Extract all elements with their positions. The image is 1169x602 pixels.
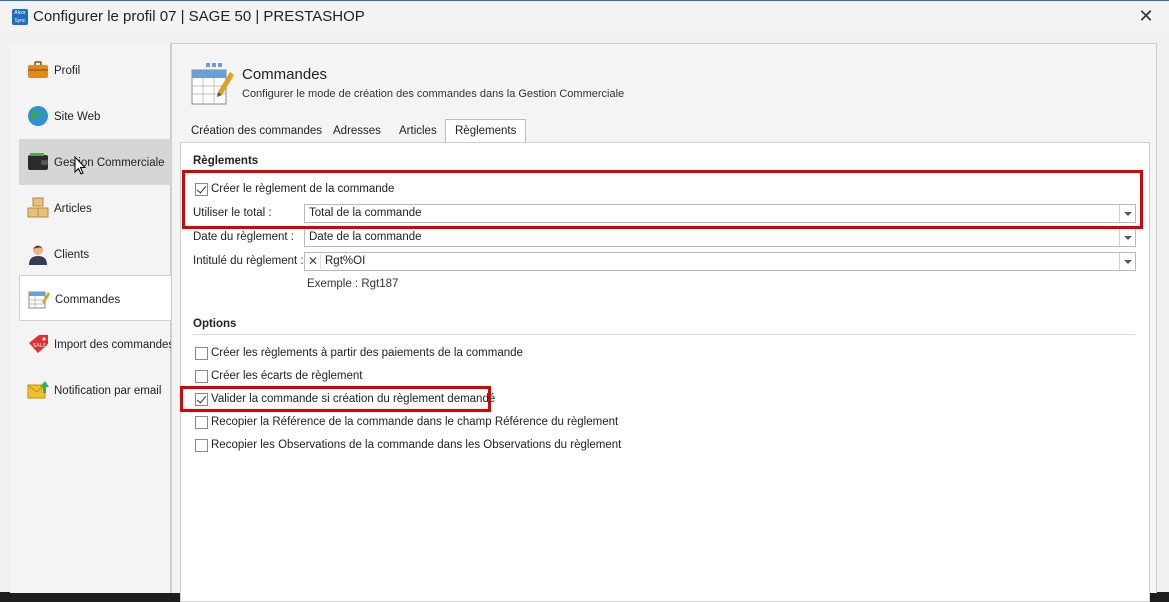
sidebar-item-label: Notification par email — [54, 385, 162, 397]
option-create-ecarts-checkbox[interactable] — [195, 370, 208, 383]
sidebar-item-label: Clients — [54, 249, 90, 261]
sale-tag-icon: SALE — [29, 335, 48, 353]
sidebar-item-import-des-commandes[interactable]: SALE Import des commandes — [19, 321, 175, 367]
sidebar-item-label: Import des commandes — [54, 339, 175, 351]
main-content: Commandes Configurer le mode de création… — [171, 43, 1157, 602]
intitule-field[interactable]: ✕ Rgt%OI — [304, 252, 1136, 271]
highlight-box-validate — [180, 386, 491, 412]
option-label: Recopier les Observations de la commande… — [211, 439, 622, 451]
close-button[interactable]: ✕ — [1135, 7, 1157, 27]
date-select[interactable]: Date de la commande — [304, 228, 1136, 247]
order-sheet-icon — [191, 63, 234, 105]
briefcase-icon — [28, 61, 48, 78]
boxes-icon — [27, 197, 49, 218]
sidebar-item-label: Profil — [54, 65, 81, 77]
wallet-icon — [28, 153, 48, 170]
section-divider — [193, 334, 1135, 335]
option-label: Créer les règlements à partir des paieme… — [211, 347, 523, 359]
order-sheet-icon — [28, 291, 50, 309]
option-copy-observations-checkbox[interactable] — [195, 439, 208, 452]
app-logo: Alcor Sync — [12, 9, 28, 25]
tab-reglements[interactable]: Règlements — [445, 119, 527, 143]
chevron-down-icon[interactable] — [1119, 229, 1135, 246]
configuration-window: Alcor Sync Configurer le profil 07 | SAG… — [0, 0, 1169, 602]
tab-adresses[interactable]: Adresses — [324, 120, 390, 142]
highlight-box-reglement — [182, 170, 1143, 229]
tab-creation-des-commandes[interactable]: Création des commandes — [182, 120, 331, 142]
page-subtitle: Configurer le mode de création des comma… — [242, 88, 625, 100]
person-icon — [29, 245, 47, 265]
date-select-value: Date de la commande — [309, 231, 422, 243]
page-title: Commandes — [242, 66, 328, 83]
svg-text:SALE: SALE — [33, 343, 46, 349]
sidebar-item-label: Articles — [54, 203, 92, 215]
example-text: Exemple : Rgt187 — [307, 278, 399, 290]
window-title: Configurer le profil 07 | SAGE 50 | PRES… — [33, 8, 365, 25]
sidebar-item-profil[interactable]: Profil — [19, 47, 171, 93]
option-label: Recopier la Référence de la commande dan… — [211, 416, 619, 428]
intitule-label: Intitulé du règlement : — [193, 255, 304, 267]
option-label: Créer les écarts de règlement — [211, 370, 363, 382]
date-label: Date du règlement : — [193, 231, 295, 243]
sidebar-item-gestion-commerciale[interactable]: Gestion Commerciale — [19, 139, 171, 185]
sidebar-item-label: Commandes — [55, 294, 121, 306]
option-copy-reference-checkbox[interactable] — [195, 416, 208, 429]
sidebar-item-articles[interactable]: Articles — [19, 185, 171, 231]
section-title-reglements: Règlements — [193, 155, 259, 167]
sidebar-item-label: Gestion Commerciale — [54, 157, 165, 169]
tab-articles[interactable]: Articles — [390, 120, 446, 142]
sidebar-item-site-web[interactable]: Site Web — [19, 93, 171, 139]
intitule-value: Rgt%OI — [325, 255, 366, 267]
mouse-cursor-icon — [74, 156, 86, 175]
reglements-panel: Règlements Créer le règlement de la comm… — [180, 142, 1150, 602]
sidebar-item-clients[interactable]: Clients — [19, 231, 171, 277]
sidebar-item-commandes[interactable]: Commandes — [19, 275, 172, 321]
sidebar-item-notification-par-email[interactable]: Notification par email — [19, 367, 171, 413]
option-create-from-payments-checkbox[interactable] — [195, 347, 208, 360]
globe-icon — [28, 106, 48, 126]
sidebar: Profil Site Web Gestion Commerciale Arti… — [10, 43, 175, 593]
section-title-options: Options — [193, 318, 237, 330]
email-arrow-icon — [27, 381, 49, 399]
title-bar: Alcor Sync Configurer le profil 07 | SAG… — [0, 1, 1169, 33]
chevron-down-icon[interactable] — [1119, 253, 1135, 270]
clear-icon[interactable]: ✕ — [308, 254, 321, 269]
sidebar-item-label: Site Web — [54, 111, 101, 123]
